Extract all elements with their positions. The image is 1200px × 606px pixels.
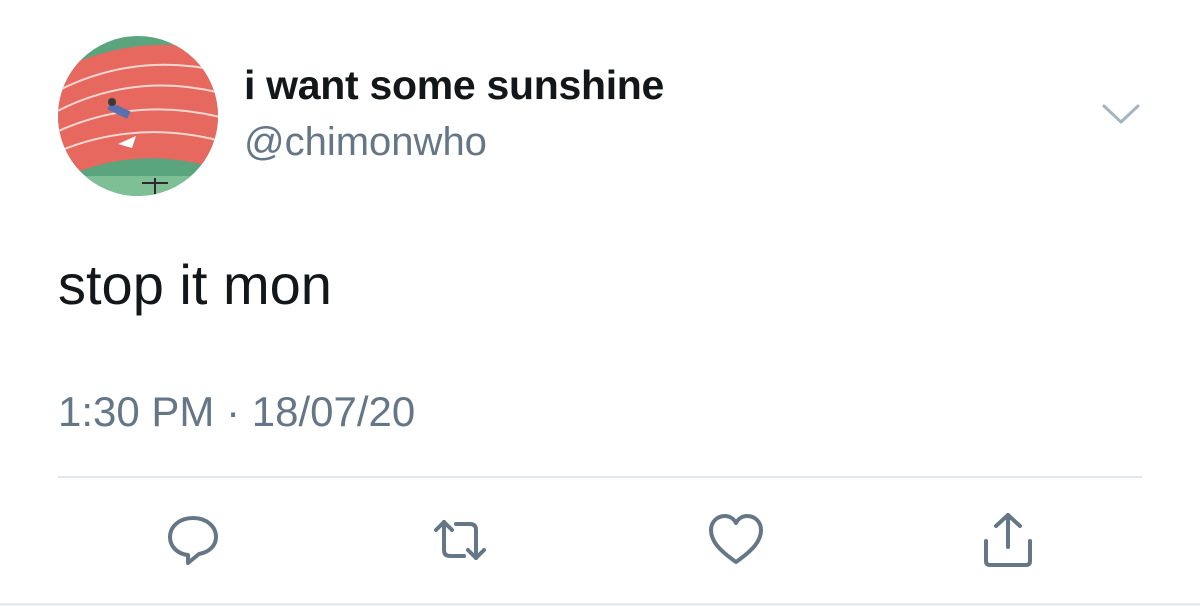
avatar-image xyxy=(58,36,218,196)
share-icon xyxy=(984,513,1032,567)
reply-icon xyxy=(168,516,218,565)
heart-icon xyxy=(709,514,763,564)
reply-button[interactable] xyxy=(163,510,223,570)
retweet-icon xyxy=(434,520,486,560)
share-button[interactable] xyxy=(978,510,1038,570)
tweet-timestamp[interactable]: 1:30 PM · 18/07/20 xyxy=(58,388,415,436)
like-button[interactable] xyxy=(706,510,766,570)
chevron-down-icon[interactable] xyxy=(1100,100,1142,128)
user-handle[interactable]: @chimonwho xyxy=(244,120,487,165)
retweet-button[interactable] xyxy=(430,510,490,570)
display-name[interactable]: i want some sunshine xyxy=(244,62,664,109)
tweet-card: i want some sunshine @chimonwho stop it … xyxy=(0,0,1200,606)
avatar[interactable] xyxy=(58,36,218,196)
tweet-text: stop it mon xyxy=(58,253,332,316)
divider xyxy=(58,476,1142,478)
